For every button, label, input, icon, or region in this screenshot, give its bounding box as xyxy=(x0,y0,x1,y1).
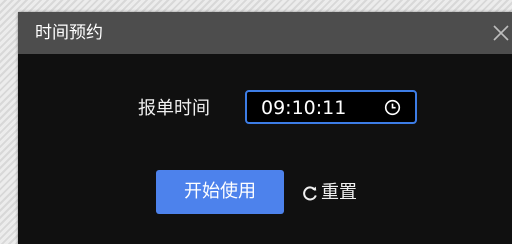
time-input[interactable]: 09:10:11 xyxy=(245,90,417,124)
time-field-label: 报单时间 xyxy=(138,98,210,119)
refresh-icon xyxy=(303,186,317,201)
start-button[interactable]: 开始使用 xyxy=(156,170,284,214)
dialog-title: 时间预约 xyxy=(35,23,103,43)
time-reservation-dialog: 时间预约 报单时间 09:10:11 开始使用 重置 xyxy=(18,12,512,244)
time-input-value[interactable]: 09:10:11 xyxy=(261,97,346,119)
reset-button[interactable]: 重置 xyxy=(302,180,357,206)
clock-icon[interactable] xyxy=(384,99,401,116)
reset-button-label: 重置 xyxy=(321,182,357,203)
close-icon[interactable] xyxy=(492,24,510,42)
dialog-titlebar: 时间预约 xyxy=(18,12,512,54)
